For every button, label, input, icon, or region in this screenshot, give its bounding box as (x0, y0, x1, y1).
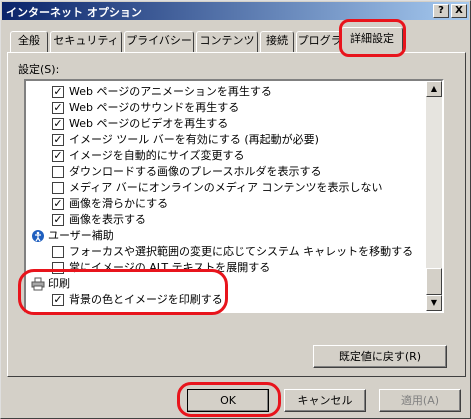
print-section-annotation (18, 269, 228, 315)
internet-options-dialog: インターネット オプション ? X 全般 セキュリティ プライバシー コンテンツ… (0, 0, 471, 419)
vertical-scrollbar[interactable]: ▲ ▼ (426, 81, 442, 311)
setting-label: 画像を表示する (69, 213, 146, 226)
setting-row[interactable]: ✓ Web ページのアニメーションを再生する (26, 84, 428, 100)
setting-row[interactable]: ✓ イメージ ツール バーを有効にする (再起動が必要) (26, 132, 428, 148)
scroll-up-button[interactable]: ▲ (426, 81, 442, 97)
setting-label: Web ページのサウンドを再生する (69, 101, 240, 114)
apply-button[interactable]: 適用(A) (379, 389, 461, 412)
checked-checkbox[interactable]: ✓ (52, 118, 64, 130)
tab-content[interactable]: コンテンツ (196, 31, 258, 52)
checked-checkbox[interactable]: ✓ (52, 150, 64, 162)
settings-label: 設定(S): (18, 63, 60, 76)
close-button[interactable]: X (451, 4, 467, 18)
setting-label: イメージを自動的にサイズ変更する (69, 149, 245, 162)
window-title: インターネット オプション (6, 6, 142, 19)
setting-row[interactable]: ダウンロードする画像のプレースホルダを表示する (26, 164, 428, 180)
setting-row[interactable]: ✓ 画像を滑らかにする (26, 196, 428, 212)
checked-checkbox[interactable]: ✓ (52, 86, 64, 98)
setting-label: メディア バーにオンラインのメディア コンテンツを表示しない (69, 181, 383, 194)
unchecked-checkbox[interactable] (52, 182, 64, 194)
setting-label: ダウンロードする画像のプレースホルダを表示する (69, 165, 322, 178)
setting-label: イメージ ツール バーを有効にする (再起動が必要) (69, 133, 319, 146)
setting-label: 画像を滑らかにする (69, 197, 169, 210)
setting-label: Web ページのビデオを再生する (69, 117, 229, 130)
unchecked-checkbox[interactable] (52, 246, 64, 258)
setting-label: フォーカスや選択範囲の変更に応じてシステム キャレットを移動する (69, 245, 414, 258)
title-bar[interactable]: インターネット オプション ? X (2, 2, 469, 20)
tab-security[interactable]: セキュリティ (50, 31, 122, 52)
ok-button-annotation (177, 382, 281, 417)
help-button[interactable]: ? (433, 4, 449, 18)
tab-privacy[interactable]: プライバシー (124, 31, 194, 52)
setting-row[interactable]: ✓ イメージを自動的にサイズ変更する (26, 148, 428, 164)
setting-label: Web ページのアニメーションを再生する (69, 85, 272, 98)
scroll-thumb[interactable] (426, 268, 442, 295)
checked-checkbox[interactable]: ✓ (52, 102, 64, 114)
setting-row[interactable]: フォーカスや選択範囲の変更に応じてシステム キャレットを移動する (26, 244, 428, 260)
setting-row[interactable]: ✓ 画像を表示する (26, 212, 428, 228)
setting-row[interactable]: ✓ Web ページのサウンドを再生する (26, 100, 428, 116)
accessibility-icon (31, 229, 45, 243)
checked-checkbox[interactable]: ✓ (52, 134, 64, 146)
category-row: ユーザー補助 (26, 228, 428, 244)
tab-connections[interactable]: 接続 (260, 31, 294, 52)
setting-row[interactable]: ✓ Web ページのビデオを再生する (26, 116, 428, 132)
tab-general[interactable]: 全般 (10, 31, 48, 52)
unchecked-checkbox[interactable] (52, 166, 64, 178)
checked-checkbox[interactable]: ✓ (52, 214, 64, 226)
checked-checkbox[interactable]: ✓ (52, 198, 64, 210)
cancel-button[interactable]: キャンセル (284, 389, 366, 412)
category-label: ユーザー補助 (48, 229, 114, 242)
advanced-tab-annotation (339, 19, 406, 57)
restore-defaults-button[interactable]: 既定値に戻す(R) (313, 345, 447, 368)
scroll-down-button[interactable]: ▼ (426, 295, 442, 311)
setting-row[interactable]: メディア バーにオンラインのメディア コンテンツを表示しない (26, 180, 428, 196)
